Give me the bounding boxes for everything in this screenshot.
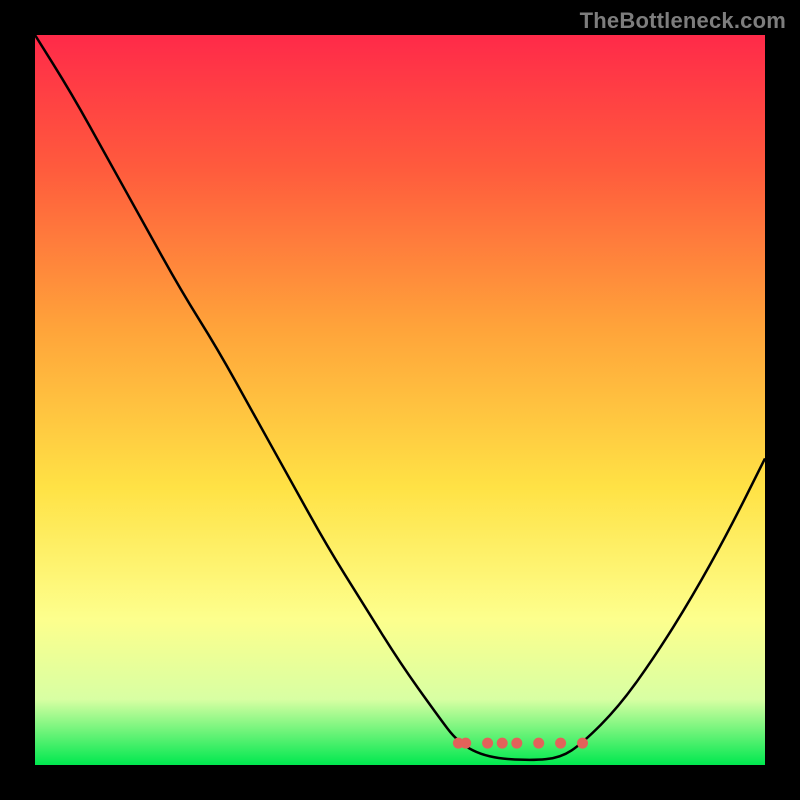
bottleneck-chart <box>0 0 800 800</box>
chart-stage: TheBottleneck.com <box>0 0 800 800</box>
low-region-marker <box>460 738 471 749</box>
low-region-marker <box>511 738 522 749</box>
watermark-label: TheBottleneck.com <box>580 8 786 34</box>
low-region-marker <box>497 738 508 749</box>
low-region-marker <box>577 738 588 749</box>
low-region-marker <box>533 738 544 749</box>
low-region-marker <box>482 738 493 749</box>
low-region-marker <box>555 738 566 749</box>
